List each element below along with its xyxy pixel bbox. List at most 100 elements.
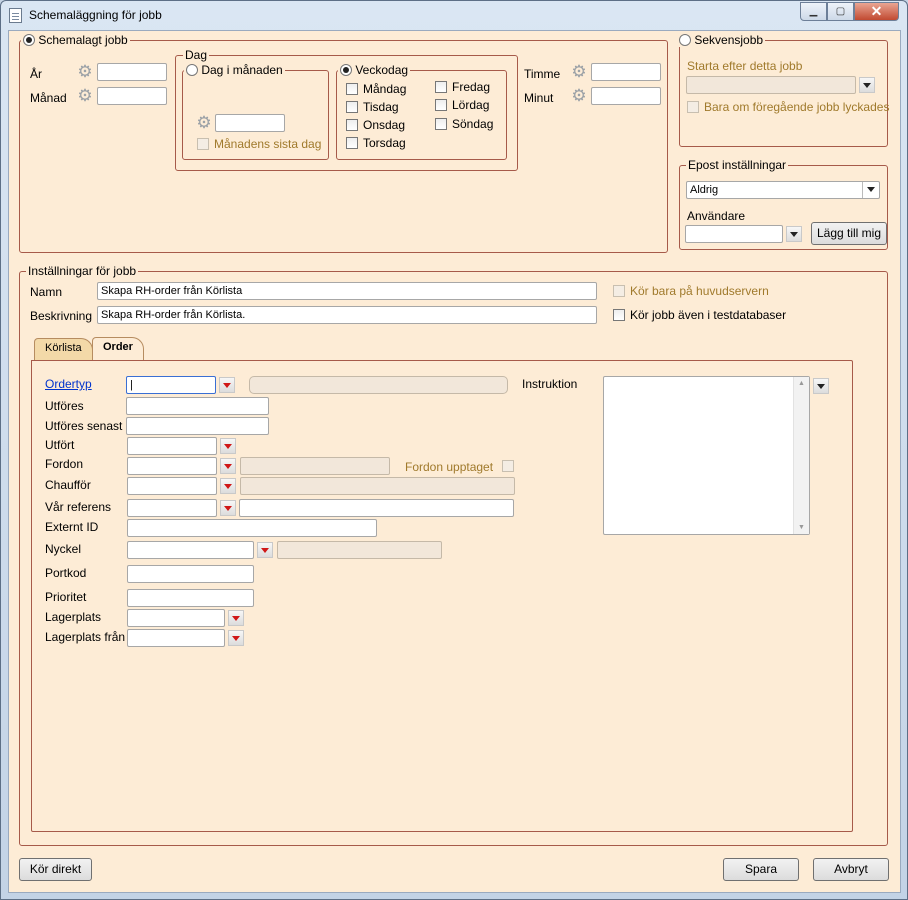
key-description [277, 541, 442, 559]
weekday-checkbox-saturday[interactable] [435, 99, 447, 111]
execute-input[interactable] [126, 397, 269, 415]
weekday-checkbox-thursday[interactable] [346, 137, 358, 149]
key-label: Nyckel [45, 542, 82, 556]
hour-input[interactable] [591, 63, 661, 81]
minimize-icon: ▁ [809, 6, 818, 17]
name-input[interactable]: Skapa RH-order från Körlista [97, 282, 597, 300]
weekday-checkbox-friday[interactable] [435, 81, 447, 93]
add-me-button[interactable]: Lägg till mig [811, 222, 887, 245]
weekday-label-thursday: Torsdag [363, 136, 406, 150]
vehicle-description [240, 457, 390, 475]
storage-dropdown-button[interactable] [228, 610, 244, 626]
execute-latest-input[interactable] [126, 417, 269, 435]
description-input[interactable]: Skapa RH-order från Körlista. [97, 306, 597, 324]
year-input[interactable] [97, 63, 167, 81]
close-button[interactable]: ✕ [854, 2, 899, 21]
main-server-only-label: Kör bara på huvudservern [630, 284, 769, 298]
key-input[interactable] [127, 541, 254, 559]
our-reference-dropdown-button[interactable] [220, 500, 236, 516]
weekday-label-saturday: Lördag [452, 98, 490, 112]
run-in-test-db-label: Kör jobb även i testdatabaser [630, 308, 787, 322]
maximize-button[interactable]: ▢ [827, 2, 854, 21]
maximize-icon: ▢ [835, 6, 846, 17]
chevron-down-icon[interactable] [862, 182, 879, 198]
day-of-month-gear-icon[interactable]: ⚙ [195, 114, 213, 132]
sequence-job-group: Sekvensjobb Starta efter detta jobb Bara… [677, 33, 889, 147]
name-label: Namn [30, 285, 63, 299]
execute-label: Utföres [45, 399, 84, 413]
run-in-test-db-checkbox[interactable] [613, 309, 625, 321]
order-panel: Ordertyp | Utföres Utföres senast Utfört… [31, 360, 853, 832]
run-now-button[interactable]: Kör direkt [19, 858, 92, 881]
day-group: Dag Dag i månaden ⚙ Månadens sista dag V… [175, 48, 518, 171]
priority-input[interactable] [127, 589, 254, 607]
scheduled-job-radio[interactable] [23, 34, 35, 46]
weekday-checkbox-sunday[interactable] [435, 118, 447, 130]
sequence-job-label: Sekvensjobb [694, 33, 764, 47]
email-frequency-select[interactable]: Aldrig [686, 181, 880, 199]
sequence-job-radio[interactable] [679, 34, 691, 46]
last-day-checkbox[interactable] [197, 138, 209, 150]
weekday-radio[interactable] [340, 64, 352, 76]
external-id-label: Externt ID [45, 520, 99, 534]
storage-from-label: Lagerplats från [45, 630, 126, 644]
our-reference-label: Vår referens [45, 500, 112, 514]
weekday-checkbox-wednesday[interactable] [346, 119, 358, 131]
storage-from-dropdown-button[interactable] [228, 630, 244, 646]
users-dropdown-button[interactable] [786, 226, 802, 242]
weekday-checkbox-tuesday[interactable] [346, 101, 358, 113]
day-of-month-radio[interactable] [186, 64, 198, 76]
vehicle-taken-checkbox[interactable] [502, 460, 514, 472]
vehicle-input[interactable] [127, 457, 217, 475]
external-id-input[interactable] [127, 519, 377, 537]
minimize-button[interactable]: ▁ [800, 2, 827, 21]
window: Schemaläggning för jobb ▁ ▢ ✕ Schemalagt… [0, 0, 908, 900]
hour-gear-icon[interactable]: ⚙ [570, 63, 588, 81]
door-code-input[interactable] [127, 565, 254, 583]
order-type-dropdown-button[interactable] [219, 377, 235, 393]
save-button[interactable]: Spara [723, 858, 799, 881]
title-bar: Schemaläggning för jobb ▁ ▢ ✕ [1, 1, 907, 29]
tab-order[interactable]: Order [92, 337, 144, 361]
start-after-dropdown-button[interactable] [859, 77, 875, 93]
execute-latest-label: Utföres senast [45, 419, 123, 433]
our-reference-description[interactable] [239, 499, 514, 517]
job-settings-group: Inställningar för jobb Namn Skapa RH-ord… [19, 264, 888, 846]
close-icon: ✕ [870, 3, 883, 19]
instruction-textarea[interactable] [603, 376, 810, 535]
driver-dropdown-button[interactable] [220, 478, 236, 494]
vehicle-label: Fordon [45, 457, 84, 471]
storage-from-input[interactable] [127, 629, 225, 647]
month-input[interactable] [97, 87, 167, 105]
storage-input[interactable] [127, 609, 225, 627]
order-type-input[interactable]: | [126, 376, 216, 394]
instruction-scrollbar[interactable] [793, 377, 809, 534]
instruction-dropdown-button[interactable] [813, 378, 829, 394]
key-dropdown-button[interactable] [257, 542, 273, 558]
our-reference-input[interactable] [127, 499, 217, 517]
executed-input[interactable] [127, 437, 217, 455]
vehicle-dropdown-button[interactable] [220, 458, 236, 474]
document-icon [9, 8, 22, 23]
minute-input[interactable] [591, 87, 661, 105]
driver-input[interactable] [127, 477, 217, 495]
executed-dropdown-button[interactable] [220, 438, 236, 454]
day-of-month-input[interactable] [215, 114, 285, 132]
sequence-job-legend: Sekvensjobb [677, 33, 766, 47]
vehicle-taken-label: Fordon upptaget [405, 460, 494, 474]
main-server-only-checkbox[interactable] [613, 285, 625, 297]
year-gear-icon[interactable]: ⚙ [76, 63, 94, 81]
minute-gear-icon[interactable]: ⚙ [570, 87, 588, 105]
scheduled-job-group: Schemalagt jobb År ⚙ Månad ⚙ Dag Dag i m… [19, 33, 668, 253]
order-type-description [249, 376, 508, 394]
users-input[interactable] [685, 225, 783, 243]
weekday-label-tuesday: Tisdag [363, 100, 399, 114]
month-gear-icon[interactable]: ⚙ [76, 87, 94, 105]
tab-korlista[interactable]: Körlista [34, 338, 93, 360]
only-if-success-checkbox[interactable] [687, 101, 699, 113]
order-type-link[interactable]: Ordertyp [45, 377, 92, 391]
start-after-select[interactable] [686, 76, 856, 94]
minute-label: Minut [524, 91, 554, 105]
weekday-checkbox-monday[interactable] [346, 83, 358, 95]
cancel-button[interactable]: Avbryt [813, 858, 889, 881]
